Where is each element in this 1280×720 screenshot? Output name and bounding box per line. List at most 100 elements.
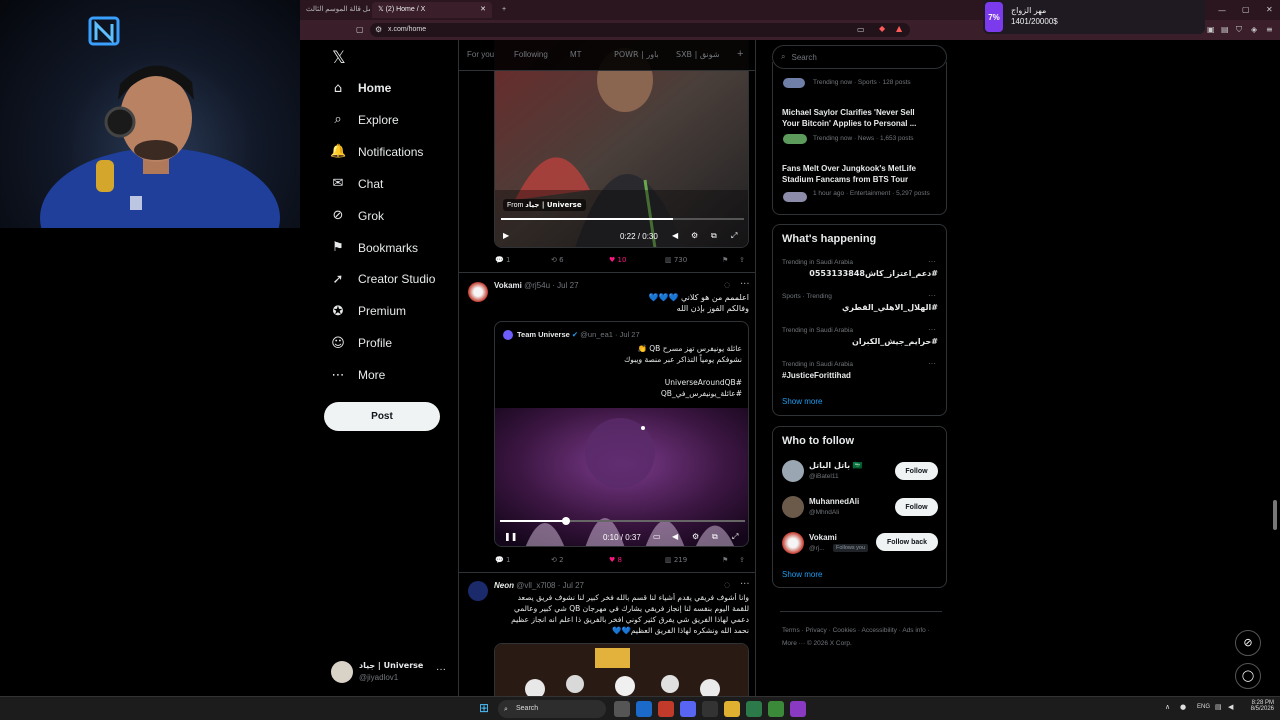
app-icon[interactable] (702, 701, 718, 717)
mic-icon[interactable]: ● (1180, 703, 1186, 711)
account-more-icon[interactable]: ··· (436, 664, 446, 675)
pause-icon[interactable]: ❚❚ (504, 532, 517, 541)
post-more-icon[interactable]: ··· (740, 279, 750, 290)
follow-back-button[interactable]: Follow back (876, 533, 938, 551)
footer-privacy[interactable]: Privacy (805, 627, 826, 634)
captions-icon[interactable]: ▭ (653, 532, 661, 541)
discord-icon[interactable] (680, 701, 696, 717)
trend-name-2[interactable]: #حرايم_جيش_الكبران (782, 337, 938, 346)
post2-name[interactable]: Vokami (494, 281, 522, 290)
nav-explore[interactable]: ⌕ Explore (330, 106, 398, 134)
new-tab-icon[interactable]: + (496, 2, 512, 18)
account-avatar[interactable] (331, 661, 353, 683)
grok-icon[interactable]: ◌ (724, 281, 730, 289)
follow-name-0[interactable]: باتل الباتل 🇸🇦 (809, 461, 863, 470)
settings-icon[interactable]: ⚙ (692, 532, 699, 541)
bookmark-icon[interactable]: ⚑ (722, 556, 728, 564)
tab-for-you[interactable]: For you (467, 50, 494, 59)
post3-date[interactable]: Jul 27 (563, 581, 584, 590)
nav-profile[interactable]: ☺ Profile (330, 329, 392, 357)
quote-tweet[interactable]: Team Universe ✔ @un_ea1 · Jul 27 عائلة ي… (494, 321, 749, 547)
follow-avatar-0[interactable] (782, 460, 804, 482)
trend-name-1[interactable]: #الهلال_الاهلي_القطري (782, 303, 938, 312)
minimize-icon[interactable]: — (1218, 6, 1226, 15)
post-more-icon[interactable]: ··· (740, 579, 750, 590)
repost-button[interactable]: ⟲ 6 (551, 256, 564, 264)
language-indicator[interactable]: ENG (1197, 704, 1210, 710)
volume-icon[interactable]: ◀ (1228, 703, 1233, 711)
post3-avatar[interactable] (468, 581, 488, 601)
nav-chat[interactable]: ✉ Chat (330, 170, 384, 198)
post2-handle[interactable]: @rj54u (524, 281, 550, 290)
obs-icon[interactable] (790, 701, 806, 717)
nav-home[interactable]: ⌂ Home (330, 74, 391, 102)
follow-button[interactable]: Follow (895, 462, 938, 480)
bookmark-star-icon[interactable]: ▢ (356, 25, 364, 34)
address-bar[interactable]: x.com/home (370, 23, 910, 37)
extension-icon[interactable]: ◆ (879, 24, 885, 33)
nav-grok[interactable]: ⊘ Grok (330, 202, 384, 230)
news-title-1[interactable]: Michael Saylor Clarifies 'Never Sell You… (782, 107, 932, 129)
trend-more-icon[interactable]: ··· (928, 291, 936, 300)
taskbar-search[interactable]: ⌕ Search (498, 700, 606, 718)
reply-button[interactable]: 💬 1 (495, 256, 510, 264)
site-info-icon[interactable]: ⚙ (375, 25, 382, 34)
browser-tab-home[interactable]: 𝕏 (2) Home / X ✕ (372, 2, 492, 18)
quote-line4[interactable]: #عائلة_يونيفرس_في_QB (503, 389, 742, 398)
vpn-icon[interactable]: ◈ (1251, 25, 1257, 34)
close-tab-icon[interactable]: ✕ (480, 2, 486, 18)
play-icon[interactable]: ▶ (503, 231, 509, 240)
sidebar-icon[interactable]: ▣ (1207, 25, 1215, 34)
views-button[interactable]: ▥ 219 (665, 556, 687, 564)
close-window-icon[interactable]: ✕ (1266, 5, 1273, 14)
pip-icon[interactable]: ⧉ (711, 231, 717, 241)
nav-creator-studio[interactable]: ➚ Creator Studio (330, 265, 436, 293)
brave-icon[interactable] (658, 701, 674, 717)
volume-icon[interactable]: ◀ (672, 532, 678, 541)
grok-icon[interactable]: ◌ (724, 581, 730, 589)
footer-accessibility[interactable]: Accessibility (861, 627, 896, 634)
menu-icon[interactable]: ≡ (1266, 25, 1273, 34)
tab-following[interactable]: Following (514, 50, 548, 59)
tab-sxb[interactable]: SXB | شونق (676, 50, 720, 59)
follow-avatar-1[interactable] (782, 496, 804, 518)
reply-button[interactable]: 💬 1 (495, 556, 510, 564)
post1-video[interactable]: From جياد | Universe ▶ 0:22 / 0:30 ◀ ⚙ ⧉… (494, 40, 749, 248)
x-logo-icon[interactable]: 𝕏 (332, 48, 346, 68)
share-icon[interactable]: ⇪ (739, 256, 745, 264)
footer-ads-info[interactable]: Ads info (902, 627, 926, 634)
network-icon[interactable]: ▤ (1215, 703, 1222, 711)
wallet-icon[interactable]: ▤ (1221, 25, 1229, 34)
trend-name-3[interactable]: #JusticeForittihad (782, 371, 851, 380)
share-icon[interactable]: ⇪ (739, 556, 745, 564)
news-title-2[interactable]: Fans Melt Over Jungkook's MetLife Stadiu… (782, 163, 932, 185)
settings-icon[interactable]: ⚙ (691, 231, 698, 240)
trend-more-icon[interactable]: ··· (928, 325, 936, 334)
volume-icon[interactable]: ◀ (672, 231, 678, 240)
browser-tab-series[interactable]: مسلسل قالة الموسم الثالث (300, 2, 370, 18)
footer-cookies[interactable]: Cookies (833, 627, 856, 634)
tab-powr[interactable]: POWR | باور (614, 50, 659, 59)
page-scrollbar[interactable] (1273, 500, 1277, 530)
add-tab-icon[interactable]: + (737, 48, 743, 60)
fullscreen-icon[interactable]: ⤢ (731, 231, 737, 241)
post3-handle[interactable]: @vll_x7l08 (516, 581, 555, 590)
cast-icon[interactable]: ▭ (857, 25, 865, 34)
chrome-icon[interactable] (768, 701, 784, 717)
follow-avatar-2[interactable] (782, 532, 804, 554)
follow-button[interactable]: Follow (895, 498, 938, 516)
post2-avatar[interactable] (468, 282, 488, 302)
trend-more-icon[interactable]: ··· (928, 257, 936, 266)
file-explorer-icon[interactable] (724, 701, 740, 717)
shield-icon[interactable]: ⛉ (1236, 25, 1242, 35)
post3-image[interactable] (494, 643, 749, 696)
repost-button[interactable]: ⟲ 2 (551, 556, 564, 564)
messages-float-icon[interactable]: ◯ (1235, 663, 1261, 689)
views-button[interactable]: ▥ 730 (665, 256, 687, 264)
steam-icon[interactable] (636, 701, 652, 717)
follow-name-1[interactable]: MuhannedAli (809, 497, 859, 506)
fullscreen-icon[interactable]: ⤢ (732, 532, 738, 542)
nav-notifications[interactable]: 🔔 Notifications (330, 138, 423, 166)
video-from-badge[interactable]: From جياد | Universe (503, 199, 586, 211)
trend-more-icon[interactable]: ··· (928, 359, 936, 368)
